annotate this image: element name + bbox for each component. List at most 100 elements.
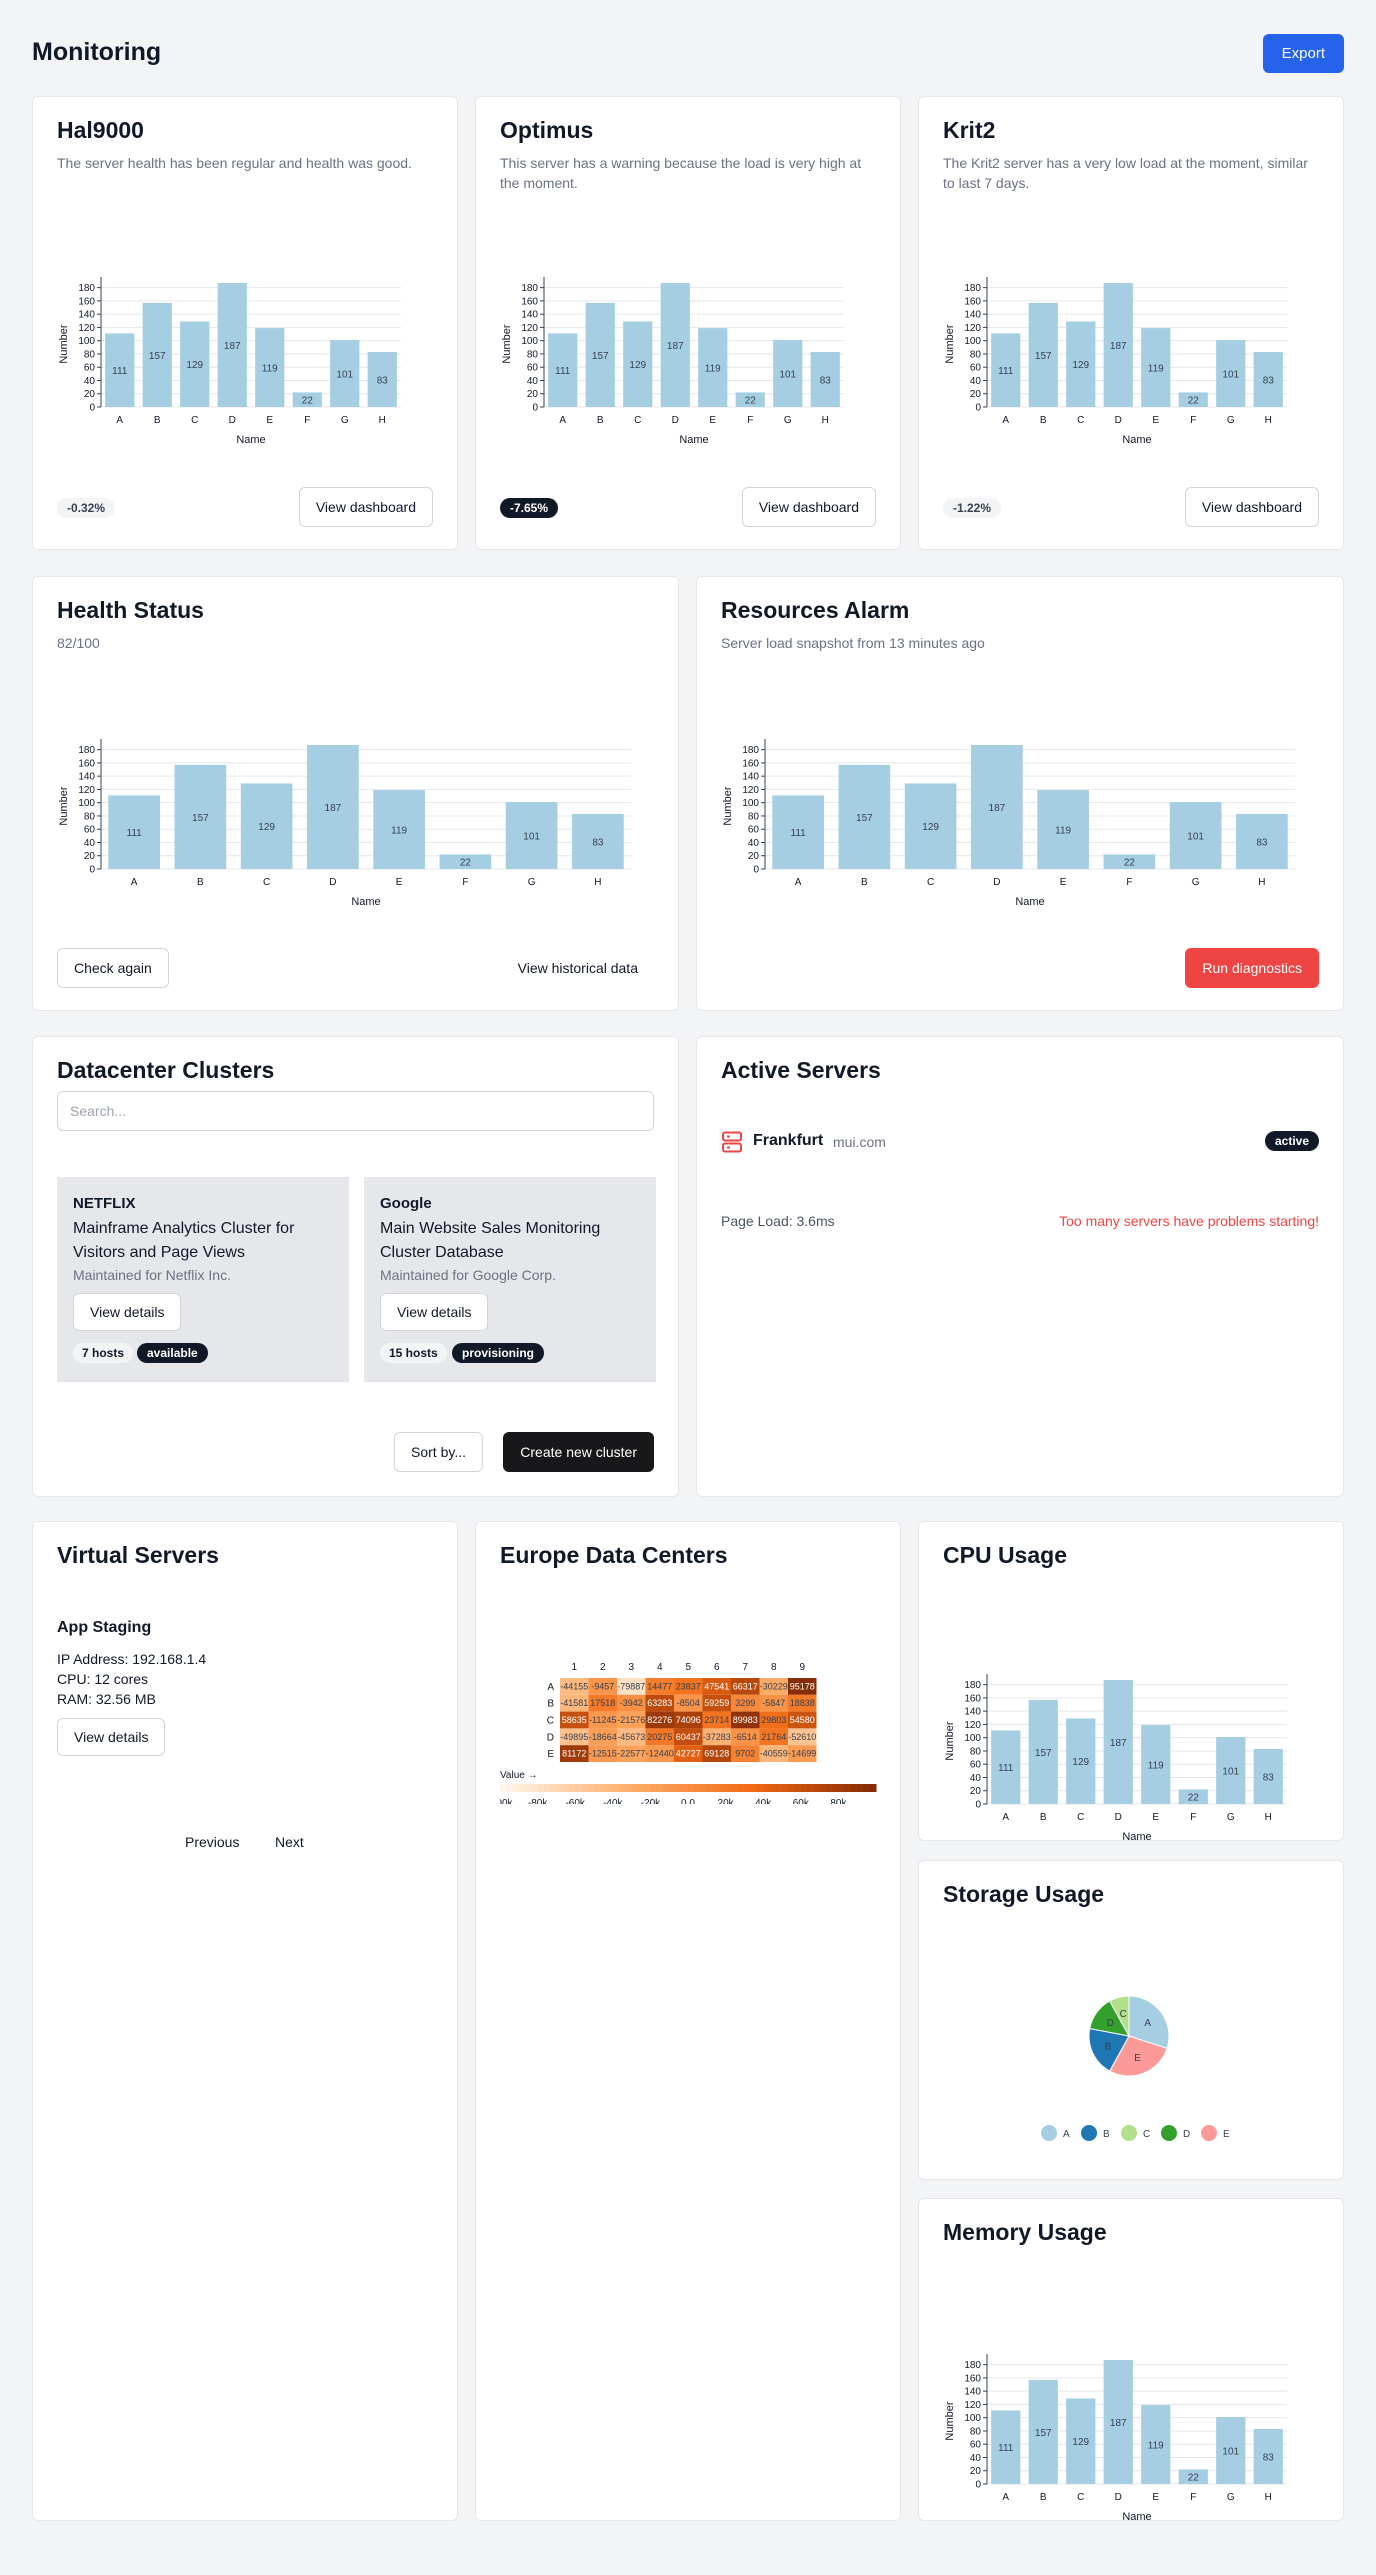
- bar-value-label: 22: [460, 858, 472, 869]
- bar-value-label: 157: [856, 813, 873, 824]
- bar-value-label: 101: [1222, 370, 1239, 381]
- cluster-brand-logo: NETFLIX: [73, 1195, 136, 1212]
- y-tick-label: 60: [748, 825, 760, 836]
- x-tick-label: B: [1040, 1812, 1047, 1823]
- view-details-button[interactable]: View details: [57, 1718, 166, 1756]
- legend-swatch: [1081, 2125, 1097, 2141]
- y-tick-label: 140: [521, 310, 538, 321]
- bar-value-label: 83: [820, 375, 832, 386]
- sort-by-button[interactable]: Sort by...: [394, 1432, 483, 1472]
- legend-gradient-step: [788, 1784, 796, 1792]
- x-tick-label: H: [594, 877, 601, 888]
- bar-value-label: 119: [1148, 364, 1164, 375]
- y-tick-label: 40: [748, 838, 760, 849]
- run-diagnostics-button[interactable]: Run diagnostics: [1185, 948, 1319, 988]
- legend-gradient-step: [869, 1784, 877, 1792]
- legend-gradient-step: [731, 1784, 739, 1792]
- legend-gradient-step: [537, 1784, 545, 1792]
- resources-alarm-card: Resources Alarm Server load snapshot fro…: [696, 576, 1344, 1011]
- view-dashboard-button[interactable]: View dashboard: [1184, 487, 1319, 527]
- x-tick-label: H: [379, 415, 386, 426]
- legend-gradient-step: [769, 1784, 777, 1792]
- x-tick-label: E: [1060, 877, 1067, 888]
- heatmap-cell-label: 23714: [704, 1715, 729, 1725]
- y-tick-label: 180: [521, 283, 538, 294]
- memory-usage-card: Memory Usage 0 20 40 60 80 100 120 140 160 180 111…: [918, 2198, 1344, 2523]
- create-cluster-button[interactable]: Create new cluster: [503, 1432, 654, 1472]
- card-title: Datacenter Clusters: [57, 1057, 275, 1083]
- x-axis-label: Name: [351, 896, 380, 908]
- x-tick-label: E: [266, 415, 273, 426]
- view-dashboard-button[interactable]: View dashboard: [298, 487, 433, 527]
- legend-gradient-step: [575, 1784, 582, 1792]
- heatmap-column-label: 7: [742, 1662, 748, 1673]
- card-title: Memory Usage: [943, 2219, 1107, 2245]
- bar-value-label: 157: [192, 813, 209, 824]
- alarm-bar-chart: 0 20 40 60 80 100 120 140 160 180 111 A 157 B 129 C 187 D…: [722, 739, 1295, 908]
- bar-value-label: 22: [1188, 396, 1200, 407]
- card-title: Health Status: [57, 597, 204, 623]
- page-load-text: Page Load: 3.6ms: [721, 1213, 835, 1229]
- x-tick-label: G: [341, 415, 349, 426]
- server-row[interactable]: Frankfurt mui.com active: [721, 1129, 1319, 1155]
- export-button[interactable]: Export: [1262, 34, 1344, 73]
- storage-usage-card: Storage Usage AEBDCABCDE: [918, 1860, 1344, 2180]
- heatmap-cell-label: 9702: [735, 1749, 755, 1759]
- cluster-name: Mainframe Analytics Cluster for Visitors…: [73, 1220, 295, 1261]
- bar-value-label: 83: [1263, 2452, 1275, 2463]
- x-tick-label: A: [795, 877, 802, 888]
- legend-gradient-step: [675, 1784, 683, 1792]
- view-details-button[interactable]: View details: [380, 1293, 489, 1331]
- x-tick-label: F: [1190, 2492, 1196, 2503]
- heatmap-cell-label: -41581: [560, 1698, 588, 1708]
- legend-gradient-step: [688, 1784, 695, 1792]
- x-tick-label: E: [1152, 1812, 1159, 1823]
- ip-address: IP Address: 192.168.1.4: [57, 1651, 207, 1667]
- server-name: Frankfurt: [753, 1132, 824, 1149]
- bar-value-label: 101: [779, 370, 796, 381]
- legend-gradient-step: [825, 1784, 833, 1792]
- y-tick-label: 0: [753, 865, 759, 876]
- legend-gradient-step: [587, 1784, 595, 1792]
- heatmap-cell-label: 17518: [590, 1698, 615, 1708]
- bar-value-label: 111: [791, 828, 807, 839]
- y-tick-label: 160: [964, 2373, 981, 2384]
- x-axis-label: Name: [1122, 1831, 1151, 1843]
- server-card-krit2: Krit2 The Krit2 server has a very low lo…: [918, 96, 1344, 550]
- legend-label: A: [1063, 2129, 1070, 2140]
- bar-value-label: 83: [592, 837, 604, 848]
- heatmap-column-label: 5: [685, 1662, 691, 1673]
- check-again-button[interactable]: Check again: [57, 948, 169, 988]
- bar-value-label: 101: [1222, 1767, 1239, 1778]
- server-status-badge: active: [1264, 1131, 1319, 1151]
- x-tick-label: A: [1002, 415, 1009, 426]
- heatmap-cell-label: 18838: [790, 1698, 815, 1708]
- legend-gradient-step: [625, 1784, 633, 1792]
- cpu-info: CPU: 12 cores: [57, 1671, 149, 1687]
- y-axis-label: Number: [58, 786, 70, 825]
- heatmap-cell-label: -22577: [617, 1749, 645, 1759]
- next-page-button[interactable]: Next: [275, 1822, 304, 1862]
- x-tick-label: C: [1077, 415, 1084, 426]
- view-dashboard-button[interactable]: View dashboard: [741, 487, 876, 527]
- y-tick-label: 0: [975, 403, 981, 414]
- legend-tick-label: 40k: [755, 1798, 772, 1804]
- y-tick-label: 60: [84, 363, 96, 374]
- legend-gradient-step: [706, 1784, 714, 1792]
- heatmap-cell-label: -11245: [589, 1715, 616, 1725]
- cluster-card-netflix: NETFLIX Mainframe Analytics Cluster for …: [57, 1177, 349, 1382]
- legend-swatch: [1041, 2125, 1057, 2141]
- pie-slice-label: C: [1120, 2009, 1127, 2020]
- x-tick-label: E: [396, 877, 403, 888]
- legend-gradient-step: [694, 1784, 702, 1792]
- heatmap-column-label: 3: [628, 1662, 634, 1673]
- y-tick-label: 160: [742, 758, 759, 769]
- x-tick-label: F: [1190, 1812, 1196, 1823]
- bar-value-label: 187: [224, 341, 241, 352]
- heatmap-cell-label: -8504: [677, 1698, 700, 1708]
- cluster-search-input[interactable]: [57, 1091, 654, 1131]
- view-historical-data-button[interactable]: View historical data: [518, 948, 638, 988]
- view-details-button[interactable]: View details: [73, 1293, 182, 1331]
- previous-page-button[interactable]: Previous: [185, 1822, 239, 1862]
- x-axis-label: Name: [1122, 434, 1151, 446]
